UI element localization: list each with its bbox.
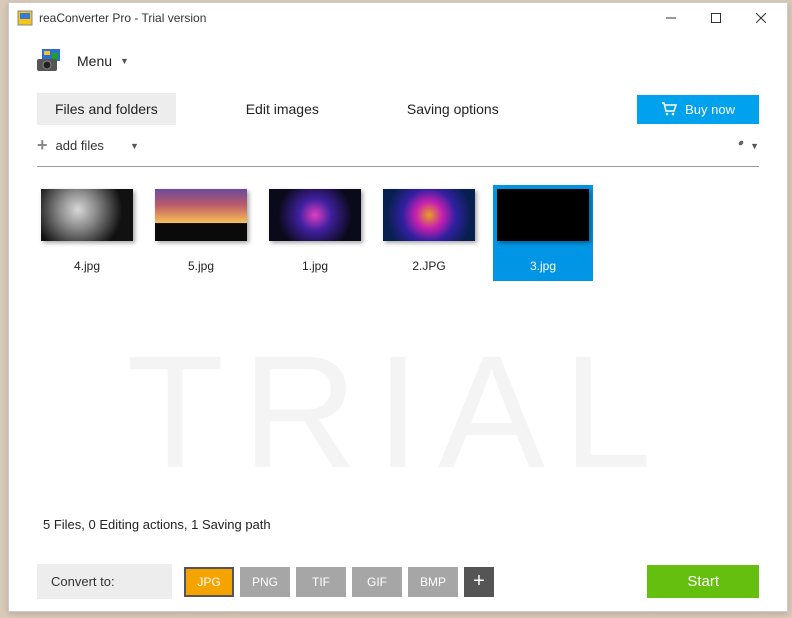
thumbnail-label: 5.jpg <box>151 259 251 273</box>
format-jpg-button[interactable]: JPG <box>184 567 234 597</box>
thumbnail-image <box>41 189 133 241</box>
close-button[interactable] <box>738 4 783 33</box>
trial-watermark: TRIAL <box>126 320 669 504</box>
plus-icon: + <box>37 135 48 156</box>
tabs-bar: Files and folders Edit images Saving opt… <box>9 89 787 129</box>
bottom-bar: Convert to: JPG PNG TIF GIF BMP + Start <box>9 550 787 613</box>
thumbnail-label: 3.jpg <box>493 259 593 273</box>
buy-now-label: Buy now <box>685 102 735 117</box>
app-icon <box>37 49 63 73</box>
titlebar: reaConverter Pro - Trial version <box>9 3 787 33</box>
convert-to-label: Convert to: <box>37 564 172 599</box>
content-area: TRIAL 4.jpg 5.jpg 1.jpg 2.JPG 3.jpg <box>9 167 787 517</box>
add-files-label: add files <box>56 138 104 153</box>
wrench-icon <box>730 138 746 154</box>
format-bmp-button[interactable]: BMP <box>408 567 458 597</box>
menubar: Menu ▼ <box>9 33 787 89</box>
add-files-button[interactable]: + add files ▼ <box>37 135 139 156</box>
thumbnail-item[interactable]: 5.jpg <box>151 185 251 281</box>
thumbnail-label: 2.JPG <box>379 259 479 273</box>
thumbnail-item[interactable]: 1.jpg <box>265 185 365 281</box>
tab-edit-images[interactable]: Edit images <box>228 93 337 125</box>
menu-label: Menu <box>77 53 112 69</box>
tab-saving-options[interactable]: Saving options <box>389 93 517 125</box>
window-title: reaConverter Pro - Trial version <box>39 11 648 25</box>
format-gif-button[interactable]: GIF <box>352 567 402 597</box>
chevron-down-icon: ▼ <box>750 141 759 151</box>
format-add-button[interactable]: + <box>464 567 494 597</box>
status-bar: 5 Files, 0 Editing actions, 1 Saving pat… <box>9 517 787 550</box>
thumbnail-image <box>497 189 589 241</box>
thumbnail-label: 1.jpg <box>265 259 365 273</box>
chevron-down-icon: ▼ <box>120 56 129 66</box>
thumbnail-item[interactable]: 2.JPG <box>379 185 479 281</box>
start-button[interactable]: Start <box>647 565 759 598</box>
cart-icon <box>661 102 677 116</box>
settings-dropdown[interactable]: ▼ <box>730 138 759 154</box>
menu-dropdown[interactable]: Menu ▼ <box>77 53 129 69</box>
thumbnail-image <box>269 189 361 241</box>
format-buttons: JPG PNG TIF GIF BMP + <box>184 567 494 597</box>
buy-now-button[interactable]: Buy now <box>637 95 759 124</box>
thumbnail-image <box>383 189 475 241</box>
thumbnail-item-selected[interactable]: 3.jpg <box>493 185 593 281</box>
thumbnail-label: 4.jpg <box>37 259 137 273</box>
thumbnail-grid: 4.jpg 5.jpg 1.jpg 2.JPG 3.jpg <box>37 185 759 281</box>
app-window: reaConverter Pro - Trial version Menu ▼ … <box>8 2 788 612</box>
format-png-button[interactable]: PNG <box>240 567 290 597</box>
thumbnail-item[interactable]: 4.jpg <box>37 185 137 281</box>
tab-files-and-folders[interactable]: Files and folders <box>37 93 176 125</box>
app-icon-small <box>17 10 33 26</box>
format-tif-button[interactable]: TIF <box>296 567 346 597</box>
maximize-button[interactable] <box>693 4 738 33</box>
minimize-button[interactable] <box>648 4 693 33</box>
chevron-down-icon: ▼ <box>130 141 139 151</box>
toolbar: + add files ▼ ▼ <box>9 129 787 166</box>
thumbnail-image <box>155 189 247 241</box>
